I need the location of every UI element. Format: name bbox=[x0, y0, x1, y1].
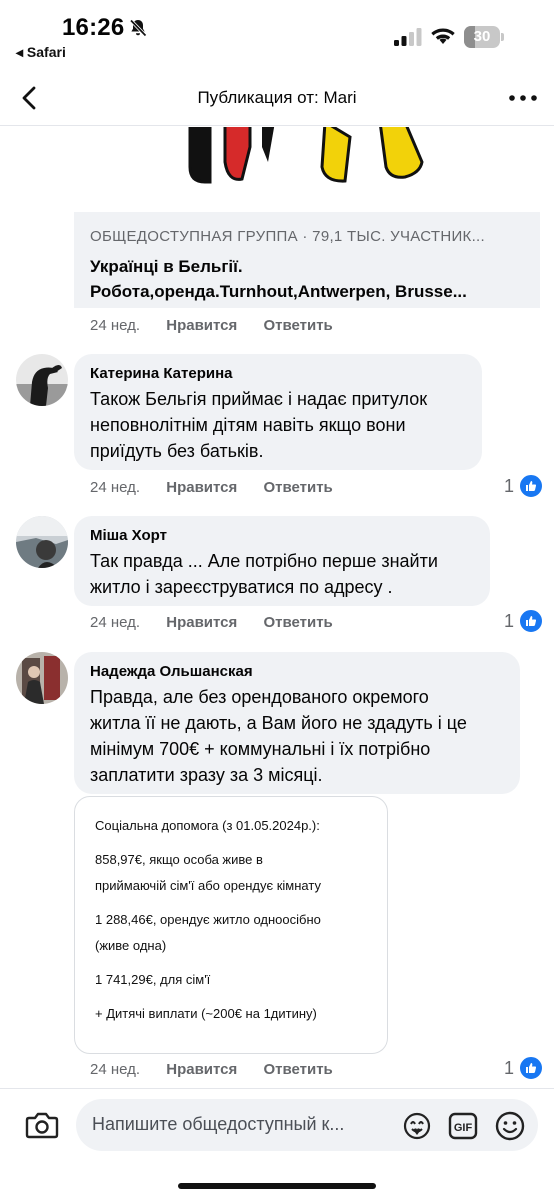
comment-actions: 24 нед. Нравится Ответить bbox=[90, 479, 355, 496]
comment-time: 24 нед. bbox=[90, 1061, 141, 1078]
emoji-icon[interactable] bbox=[494, 1110, 526, 1142]
comment-actions: 24 нед. Нравится Ответить bbox=[90, 614, 355, 631]
comment-time: 24 нед. bbox=[90, 479, 141, 496]
reply-button[interactable]: Ответить bbox=[263, 479, 332, 496]
comment-composer: Напишите общедоступный к... GIF bbox=[0, 1088, 554, 1200]
reply-button[interactable]: Ответить bbox=[263, 614, 332, 631]
like-icon bbox=[518, 473, 544, 499]
info-line: приймаючій сім'ї або орендує кімнату bbox=[95, 878, 321, 893]
like-button[interactable]: Нравится bbox=[166, 479, 237, 496]
comment-bubble[interactable]: Міша Хорт Так правда ... Але потрібно пе… bbox=[74, 516, 490, 606]
wifi-icon bbox=[431, 28, 455, 44]
like-button[interactable]: Нравится bbox=[166, 614, 237, 631]
info-line: (живе одна) bbox=[95, 938, 167, 953]
svg-text:GIF: GIF bbox=[454, 1122, 473, 1134]
reply-button[interactable]: Ответить bbox=[263, 317, 332, 334]
camera-icon[interactable] bbox=[24, 1107, 60, 1143]
avatar[interactable] bbox=[16, 516, 68, 568]
group-link-preview[interactable]: ОБЩЕДОСТУПНАЯ ГРУППА · 79,1 ТЫС. УЧАСТНИ… bbox=[74, 212, 540, 308]
page-title: Публикация от: Mari bbox=[197, 88, 357, 107]
comment-bubble[interactable]: Надежда Ольшанская Правда, але без оренд… bbox=[74, 652, 520, 794]
avatar[interactable] bbox=[16, 354, 68, 406]
post-image[interactable] bbox=[150, 127, 450, 187]
like-icon bbox=[518, 1055, 544, 1081]
avatar-sticker-icon[interactable] bbox=[402, 1111, 432, 1141]
comment-text: Так правда ... Але потрібно перше знайти… bbox=[90, 551, 438, 597]
like-icon bbox=[518, 608, 544, 634]
post-actions: 24 нед. Нравится Ответить bbox=[90, 317, 355, 334]
status-bar: 16:26 ◂ Safari 30 bbox=[0, 0, 554, 70]
back-to-safari[interactable]: ◂ Safari bbox=[16, 44, 66, 61]
comment-bubble[interactable]: Катерина Катерина Також Бельгія приймає … bbox=[74, 354, 482, 470]
reply-button[interactable]: Ответить bbox=[263, 1061, 332, 1078]
like-button[interactable]: Нравится bbox=[166, 1061, 237, 1078]
gif-icon[interactable]: GIF bbox=[448, 1111, 478, 1141]
comment-text: Правда, але без орендованого окремого жи… bbox=[90, 687, 467, 785]
reaction-count[interactable]: 1 bbox=[504, 473, 544, 499]
group-title: Українці в Бельгії. Робота,оренда.Turnho… bbox=[90, 257, 467, 301]
info-line: Соціальна допомога (з 01.05.2024р.): bbox=[95, 818, 320, 833]
signal-icon bbox=[394, 28, 422, 46]
comment-text: Також Бельгія приймає і надає притулок н… bbox=[90, 389, 428, 461]
like-button[interactable]: Нравится bbox=[166, 317, 237, 334]
reaction-count[interactable]: 1 bbox=[504, 608, 544, 634]
bell-slash-icon bbox=[129, 19, 147, 37]
group-meta: ОБЩЕДОСТУПНАЯ ГРУППА · 79,1 ТЫС. УЧАСТНИ… bbox=[90, 228, 485, 245]
comment-actions: 24 нед. Нравится Ответить bbox=[90, 1061, 355, 1078]
comment-input[interactable]: Напишите общедоступный к... GIF bbox=[76, 1099, 538, 1151]
battery-icon: 30 bbox=[464, 26, 504, 48]
home-indicator bbox=[178, 1183, 376, 1189]
comment-author[interactable]: Надежда Ольшанская bbox=[90, 662, 504, 682]
status-time: 16:26 bbox=[62, 14, 125, 41]
info-line: + Дитячі виплати (~200€ на 1дитину) bbox=[95, 1006, 317, 1021]
info-line: 858,97€, якщо особа живе в bbox=[95, 852, 263, 867]
comment-author[interactable]: Міша Хорт bbox=[90, 526, 474, 546]
reaction-count[interactable]: 1 bbox=[504, 1055, 544, 1081]
info-line: 1 741,29€, для сім'ї bbox=[95, 972, 211, 987]
comment-author[interactable]: Катерина Катерина bbox=[90, 364, 466, 384]
comment-time: 24 нед. bbox=[90, 614, 141, 631]
comment-attachment-image[interactable]: Соціальна допомога (з 01.05.2024р.): 858… bbox=[74, 796, 388, 1054]
battery-level: 30 bbox=[473, 28, 491, 45]
more-icon[interactable] bbox=[506, 84, 540, 112]
post-time: 24 нед. bbox=[90, 317, 141, 334]
comment-input-placeholder: Напишите общедоступный к... bbox=[92, 1114, 345, 1134]
avatar[interactable] bbox=[16, 652, 68, 704]
info-line: 1 288,46€, орендує житло одноосібно bbox=[95, 912, 321, 927]
post-header: Публикация от: Mari bbox=[0, 70, 554, 126]
